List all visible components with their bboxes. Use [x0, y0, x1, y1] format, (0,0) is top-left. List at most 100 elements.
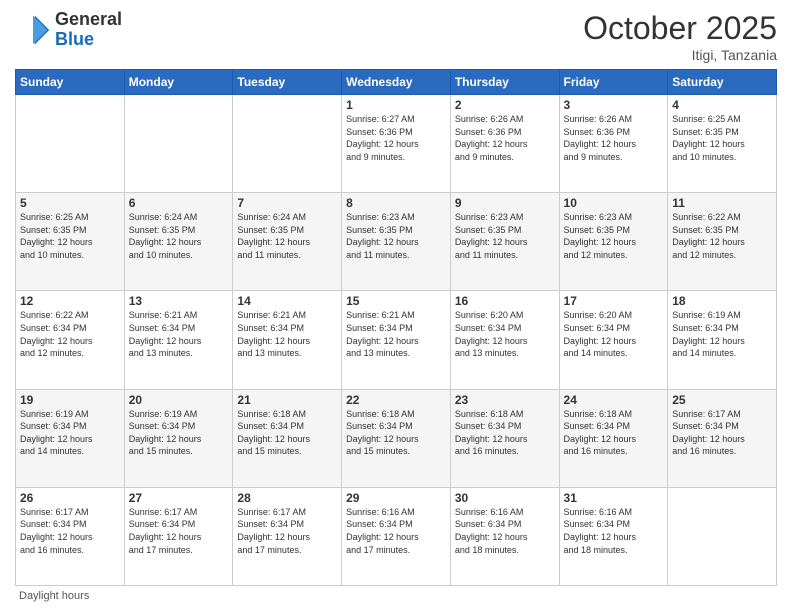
day-info: Sunrise: 6:21 AM Sunset: 6:34 PM Dayligh… — [129, 309, 229, 359]
day-number: 11 — [672, 196, 772, 210]
day-number: 7 — [237, 196, 337, 210]
col-wednesday: Wednesday — [342, 70, 451, 95]
table-row: 24Sunrise: 6:18 AM Sunset: 6:34 PM Dayli… — [559, 389, 668, 487]
table-row: 25Sunrise: 6:17 AM Sunset: 6:34 PM Dayli… — [668, 389, 777, 487]
day-info: Sunrise: 6:27 AM Sunset: 6:36 PM Dayligh… — [346, 113, 446, 163]
day-info: Sunrise: 6:22 AM Sunset: 6:35 PM Dayligh… — [672, 211, 772, 261]
table-row: 20Sunrise: 6:19 AM Sunset: 6:34 PM Dayli… — [124, 389, 233, 487]
day-info: Sunrise: 6:19 AM Sunset: 6:34 PM Dayligh… — [129, 408, 229, 458]
day-info: Sunrise: 6:18 AM Sunset: 6:34 PM Dayligh… — [237, 408, 337, 458]
day-number: 27 — [129, 491, 229, 505]
col-friday: Friday — [559, 70, 668, 95]
logo-text: General Blue — [55, 10, 122, 50]
day-number: 20 — [129, 393, 229, 407]
table-row — [124, 95, 233, 193]
day-number: 2 — [455, 98, 555, 112]
table-row: 14Sunrise: 6:21 AM Sunset: 6:34 PM Dayli… — [233, 291, 342, 389]
table-row: 16Sunrise: 6:20 AM Sunset: 6:34 PM Dayli… — [450, 291, 559, 389]
table-row: 5Sunrise: 6:25 AM Sunset: 6:35 PM Daylig… — [16, 193, 125, 291]
day-number: 29 — [346, 491, 446, 505]
day-number: 16 — [455, 294, 555, 308]
header: General Blue October 2025 Itigi, Tanzani… — [15, 10, 777, 63]
day-info: Sunrise: 6:16 AM Sunset: 6:34 PM Dayligh… — [346, 506, 446, 556]
col-tuesday: Tuesday — [233, 70, 342, 95]
table-row: 13Sunrise: 6:21 AM Sunset: 6:34 PM Dayli… — [124, 291, 233, 389]
day-info: Sunrise: 6:17 AM Sunset: 6:34 PM Dayligh… — [20, 506, 120, 556]
day-number: 6 — [129, 196, 229, 210]
day-number: 13 — [129, 294, 229, 308]
day-info: Sunrise: 6:18 AM Sunset: 6:34 PM Dayligh… — [455, 408, 555, 458]
title-block: October 2025 Itigi, Tanzania — [583, 10, 777, 63]
table-row — [668, 487, 777, 585]
table-row: 4Sunrise: 6:25 AM Sunset: 6:35 PM Daylig… — [668, 95, 777, 193]
day-number: 4 — [672, 98, 772, 112]
table-row — [16, 95, 125, 193]
day-info: Sunrise: 6:21 AM Sunset: 6:34 PM Dayligh… — [237, 309, 337, 359]
day-info: Sunrise: 6:17 AM Sunset: 6:34 PM Dayligh… — [672, 408, 772, 458]
day-info: Sunrise: 6:17 AM Sunset: 6:34 PM Dayligh… — [129, 506, 229, 556]
col-saturday: Saturday — [668, 70, 777, 95]
day-info: Sunrise: 6:17 AM Sunset: 6:34 PM Dayligh… — [237, 506, 337, 556]
day-number: 26 — [20, 491, 120, 505]
week-row-5: 26Sunrise: 6:17 AM Sunset: 6:34 PM Dayli… — [16, 487, 777, 585]
day-number: 15 — [346, 294, 446, 308]
col-thursday: Thursday — [450, 70, 559, 95]
day-number: 22 — [346, 393, 446, 407]
table-row: 19Sunrise: 6:19 AM Sunset: 6:34 PM Dayli… — [16, 389, 125, 487]
logo: General Blue — [15, 10, 122, 50]
week-row-4: 19 Sunrise: 6:19 AM Sunset: 6:34 PM Dayli… — [16, 389, 777, 487]
day-info: Sunrise: 6:16 AM Sunset: 6:34 PM Dayligh… — [455, 506, 555, 556]
logo-general: General — [55, 10, 122, 30]
day-number: 3 — [564, 98, 664, 112]
table-row: 31Sunrise: 6:16 AM Sunset: 6:34 PM Dayli… — [559, 487, 668, 585]
day-number: 19 — [20, 393, 120, 407]
table-row: 22Sunrise: 6:18 AM Sunset: 6:34 PM Dayli… — [342, 389, 451, 487]
day-number: 10 — [564, 196, 664, 210]
day-info: Sunrise: 6:18 AM Sunset: 6:34 PM Dayligh… — [346, 408, 446, 458]
table-row: 27Sunrise: 6:17 AM Sunset: 6:34 PM Dayli… — [124, 487, 233, 585]
day-info: Sunrise: 6:25 AM Sunset: 6:35 PM Dayligh… — [672, 113, 772, 163]
day-number: 24 — [564, 393, 664, 407]
table-row: 30Sunrise: 6:16 AM Sunset: 6:34 PM Dayli… — [450, 487, 559, 585]
day-info: Sunrise: 6:19 AM Sunset: 6:34 PM Dayligh… — [672, 309, 772, 359]
calendar-table: Sunday Monday Tuesday Wednesday Thursday… — [15, 69, 777, 586]
day-number: 30 — [455, 491, 555, 505]
day-info: Sunrise: 6:24 AM Sunset: 6:35 PM Dayligh… — [129, 211, 229, 261]
generalblue-icon — [15, 12, 51, 48]
day-info: Sunrise: 6:23 AM Sunset: 6:35 PM Dayligh… — [564, 211, 664, 261]
col-monday: Monday — [124, 70, 233, 95]
table-row: 18Sunrise: 6:19 AM Sunset: 6:34 PM Dayli… — [668, 291, 777, 389]
month-title: October 2025 — [583, 10, 777, 47]
daylight-label: Daylight hours — [19, 590, 89, 602]
table-row: 3Sunrise: 6:26 AM Sunset: 6:36 PM Daylig… — [559, 95, 668, 193]
table-row: 17Sunrise: 6:20 AM Sunset: 6:34 PM Dayli… — [559, 291, 668, 389]
day-number: 28 — [237, 491, 337, 505]
day-info: Sunrise: 6:16 AM Sunset: 6:34 PM Dayligh… — [564, 506, 664, 556]
table-row: 8Sunrise: 6:23 AM Sunset: 6:35 PM Daylig… — [342, 193, 451, 291]
page: General Blue October 2025 Itigi, Tanzani… — [0, 0, 792, 612]
table-row: 12Sunrise: 6:22 AM Sunset: 6:34 PM Dayli… — [16, 291, 125, 389]
footer-note: Daylight hours — [15, 590, 777, 602]
table-row: 26Sunrise: 6:17 AM Sunset: 6:34 PM Dayli… — [16, 487, 125, 585]
day-number: 25 — [672, 393, 772, 407]
day-number: 21 — [237, 393, 337, 407]
day-info: Sunrise: 6:26 AM Sunset: 6:36 PM Dayligh… — [564, 113, 664, 163]
week-row-1: 1Sunrise: 6:27 AM Sunset: 6:36 PM Daylig… — [16, 95, 777, 193]
table-row: 10Sunrise: 6:23 AM Sunset: 6:35 PM Dayli… — [559, 193, 668, 291]
weekday-header-row: Sunday Monday Tuesday Wednesday Thursday… — [16, 70, 777, 95]
table-row: 7Sunrise: 6:24 AM Sunset: 6:35 PM Daylig… — [233, 193, 342, 291]
day-number: 18 — [672, 294, 772, 308]
day-info: Sunrise: 6:23 AM Sunset: 6:35 PM Dayligh… — [455, 211, 555, 261]
table-row: 28Sunrise: 6:17 AM Sunset: 6:34 PM Dayli… — [233, 487, 342, 585]
col-sunday: Sunday — [16, 70, 125, 95]
day-info: Sunrise: 6:24 AM Sunset: 6:35 PM Dayligh… — [237, 211, 337, 261]
location-subtitle: Itigi, Tanzania — [583, 47, 777, 63]
day-number: 14 — [237, 294, 337, 308]
day-number: 12 — [20, 294, 120, 308]
day-info: Sunrise: 6:20 AM Sunset: 6:34 PM Dayligh… — [455, 309, 555, 359]
day-info: Sunrise: 6:25 AM Sunset: 6:35 PM Dayligh… — [20, 211, 120, 261]
table-row: 2Sunrise: 6:26 AM Sunset: 6:36 PM Daylig… — [450, 95, 559, 193]
day-number: 5 — [20, 196, 120, 210]
table-row: 6Sunrise: 6:24 AM Sunset: 6:35 PM Daylig… — [124, 193, 233, 291]
week-row-3: 12Sunrise: 6:22 AM Sunset: 6:34 PM Dayli… — [16, 291, 777, 389]
